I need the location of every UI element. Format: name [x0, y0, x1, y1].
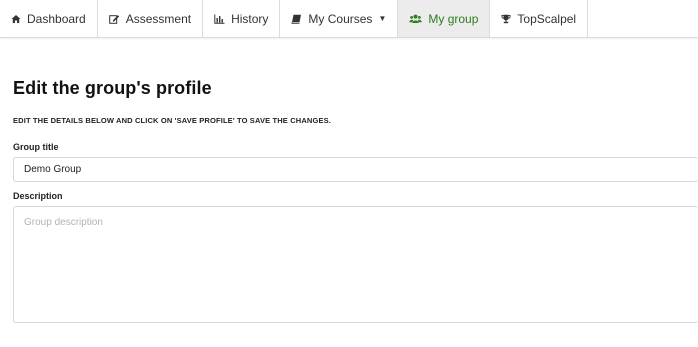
nav-label-my-courses: My Courses — [308, 11, 373, 26]
nav-label-my-group: My group — [428, 11, 479, 26]
nav-item-topscalpel[interactable]: TopScalpel — [490, 0, 589, 37]
nav-item-my-courses[interactable]: My Courses ▼ — [280, 0, 399, 37]
trophy-icon — [501, 14, 512, 24]
group-title-label: Group title — [13, 142, 59, 152]
description-textarea[interactable]: Group description — [13, 206, 698, 323]
description-label: Description — [13, 191, 63, 201]
nav-label-history: History — [231, 11, 269, 26]
nav-label-topscalpel: TopScalpel — [517, 11, 577, 26]
nav-label-dashboard: Dashboard — [27, 11, 86, 26]
nav-label-assessment: Assessment — [125, 11, 192, 26]
chevron-down-icon: ▼ — [378, 14, 387, 23]
main-content: Edit the group's profile EDIT THE DETAIL… — [13, 38, 698, 323]
nav-item-my-group[interactable]: My group — [398, 0, 491, 37]
edit-icon — [108, 14, 120, 24]
book-icon — [291, 14, 302, 24]
group-title-input[interactable]: Demo Group — [13, 157, 698, 182]
top-navbar: Dashboard Assessment History My Courses … — [0, 0, 698, 38]
nav-item-history[interactable]: History — [203, 0, 281, 37]
nav-item-assessment[interactable]: Assessment — [98, 0, 204, 37]
page-title: Edit the group's profile — [13, 78, 212, 98]
home-icon — [11, 14, 21, 24]
instructions-text: EDIT THE DETAILS BELOW AND CLICK ON 'SAV… — [13, 116, 331, 125]
bar-chart-icon — [214, 14, 225, 24]
nav-item-dashboard[interactable]: Dashboard — [0, 0, 98, 37]
group-title-value: Demo Group — [24, 164, 82, 175]
description-placeholder: Group description — [24, 217, 103, 228]
group-icon — [409, 14, 423, 24]
